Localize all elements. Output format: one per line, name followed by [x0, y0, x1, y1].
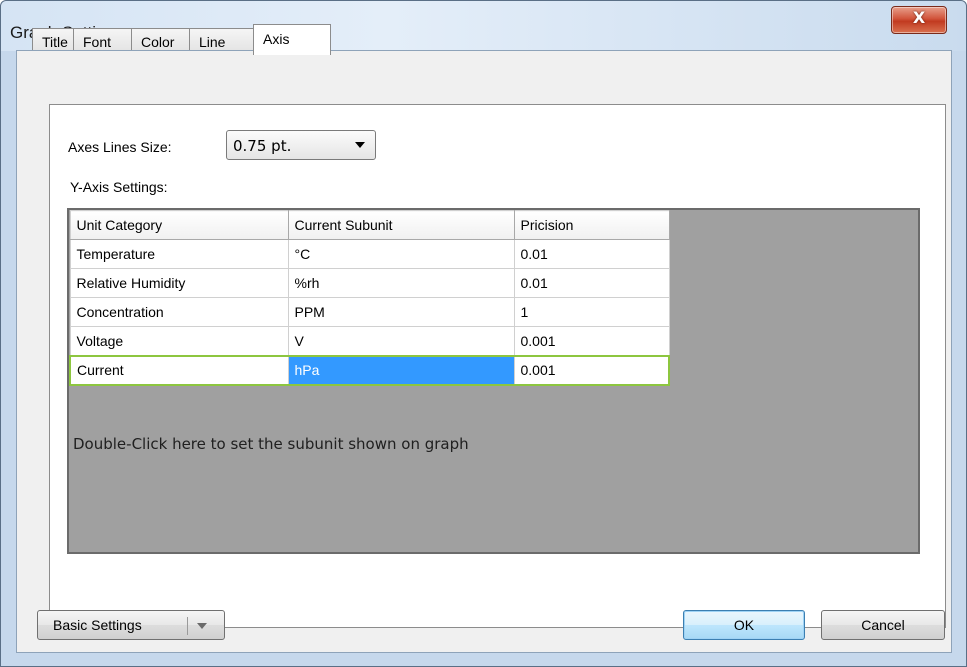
cell-precision[interactable]: 0.01 — [513, 239, 670, 269]
table-row[interactable]: Concentration PPM 1 — [69, 297, 670, 327]
close-icon: X — [912, 8, 926, 27]
column-header-current-subunit[interactable]: Current Subunit — [287, 210, 515, 240]
chevron-down-icon — [355, 142, 365, 148]
table-row[interactable]: Voltage V 0.001 — [69, 326, 670, 356]
grid-hint-text: Double-Click here to set the subunit sho… — [73, 435, 469, 453]
cell-current-subunit[interactable]: %rh — [287, 268, 515, 298]
cell-unit-category[interactable]: Voltage — [69, 326, 289, 356]
basic-settings-split-button[interactable]: Basic Settings — [37, 610, 225, 640]
cell-unit-category[interactable]: Current — [69, 354, 289, 386]
cancel-button[interactable]: Cancel — [821, 610, 945, 640]
cell-unit-category[interactable]: Relative Humidity — [69, 268, 289, 298]
cell-precision[interactable]: 0.001 — [513, 326, 670, 356]
y-axis-settings-label: Y-Axis Settings: — [70, 179, 168, 195]
table-row[interactable]: Temperature °C 0.01 — [69, 239, 670, 269]
cell-current-subunit[interactable]: V — [287, 326, 515, 356]
cell-current-subunit[interactable]: °C — [287, 239, 515, 269]
y-axis-grid[interactable]: Unit Category Current Subunit Pricision … — [67, 208, 920, 554]
column-header-precision[interactable]: Pricision — [513, 210, 670, 240]
cell-precision[interactable]: 0.01 — [513, 268, 670, 298]
cell-unit-category[interactable]: Concentration — [69, 297, 289, 327]
cell-current-subunit[interactable]: PPM — [287, 297, 515, 327]
cell-precision[interactable]: 0.001 — [513, 354, 670, 386]
y-axis-table: Unit Category Current Subunit Pricision … — [69, 210, 670, 386]
axis-tab-panel: Axes Lines Size: 0.75 pt. Y-Axis Setting… — [49, 104, 946, 628]
chevron-down-icon[interactable] — [197, 623, 207, 629]
axes-lines-size-value: 0.75 pt. — [233, 137, 292, 155]
table-row-current[interactable]: Current hPa 0.001 — [69, 354, 670, 386]
column-header-unit-category[interactable]: Unit Category — [69, 210, 289, 240]
cell-unit-category[interactable]: Temperature — [69, 239, 289, 269]
split-separator — [187, 617, 188, 635]
cell-current-subunit-selected[interactable]: hPa — [287, 354, 515, 386]
table-row[interactable]: Relative Humidity %rh 0.01 — [69, 268, 670, 298]
close-button[interactable]: X — [891, 6, 947, 34]
axes-lines-size-label: Axes Lines Size: — [68, 139, 172, 155]
cell-precision[interactable]: 1 — [513, 297, 670, 327]
basic-settings-label: Basic Settings — [53, 617, 142, 633]
axes-lines-size-dropdown[interactable]: 0.75 pt. — [226, 130, 376, 160]
tab-axis[interactable]: Axis — [253, 24, 331, 55]
table-header-row: Unit Category Current Subunit Pricision — [69, 210, 670, 240]
ok-button[interactable]: OK — [683, 610, 805, 640]
dialog-client-area: Axes Lines Size: 0.75 pt. Y-Axis Setting… — [16, 50, 952, 653]
